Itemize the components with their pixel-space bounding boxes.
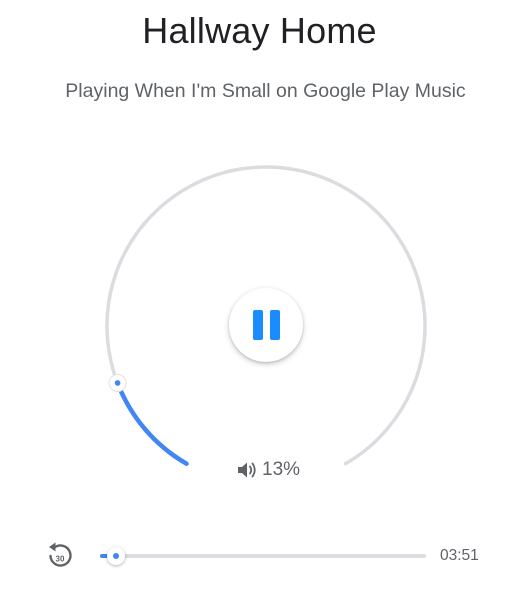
pause-icon-bar-left xyxy=(253,310,263,340)
volume-readout: 13% xyxy=(237,458,300,482)
volume-percent: 13% xyxy=(262,459,301,480)
replay-30-icon: 30 xyxy=(49,542,72,567)
volume-dial-fill xyxy=(115,380,189,466)
volume-dial-thumb[interactable] xyxy=(108,373,127,392)
speaker-icon xyxy=(238,462,256,478)
seek-thumb[interactable] xyxy=(107,547,126,565)
pause-icon-bar-right xyxy=(270,310,280,340)
replay-30-button[interactable]: 30 xyxy=(45,540,75,572)
pause-button[interactable] xyxy=(229,288,303,362)
track-duration: 03:51 xyxy=(440,547,479,564)
replay-30-label: 30 xyxy=(56,555,65,564)
seek-bar[interactable] xyxy=(96,543,430,569)
seek-track xyxy=(100,554,426,558)
